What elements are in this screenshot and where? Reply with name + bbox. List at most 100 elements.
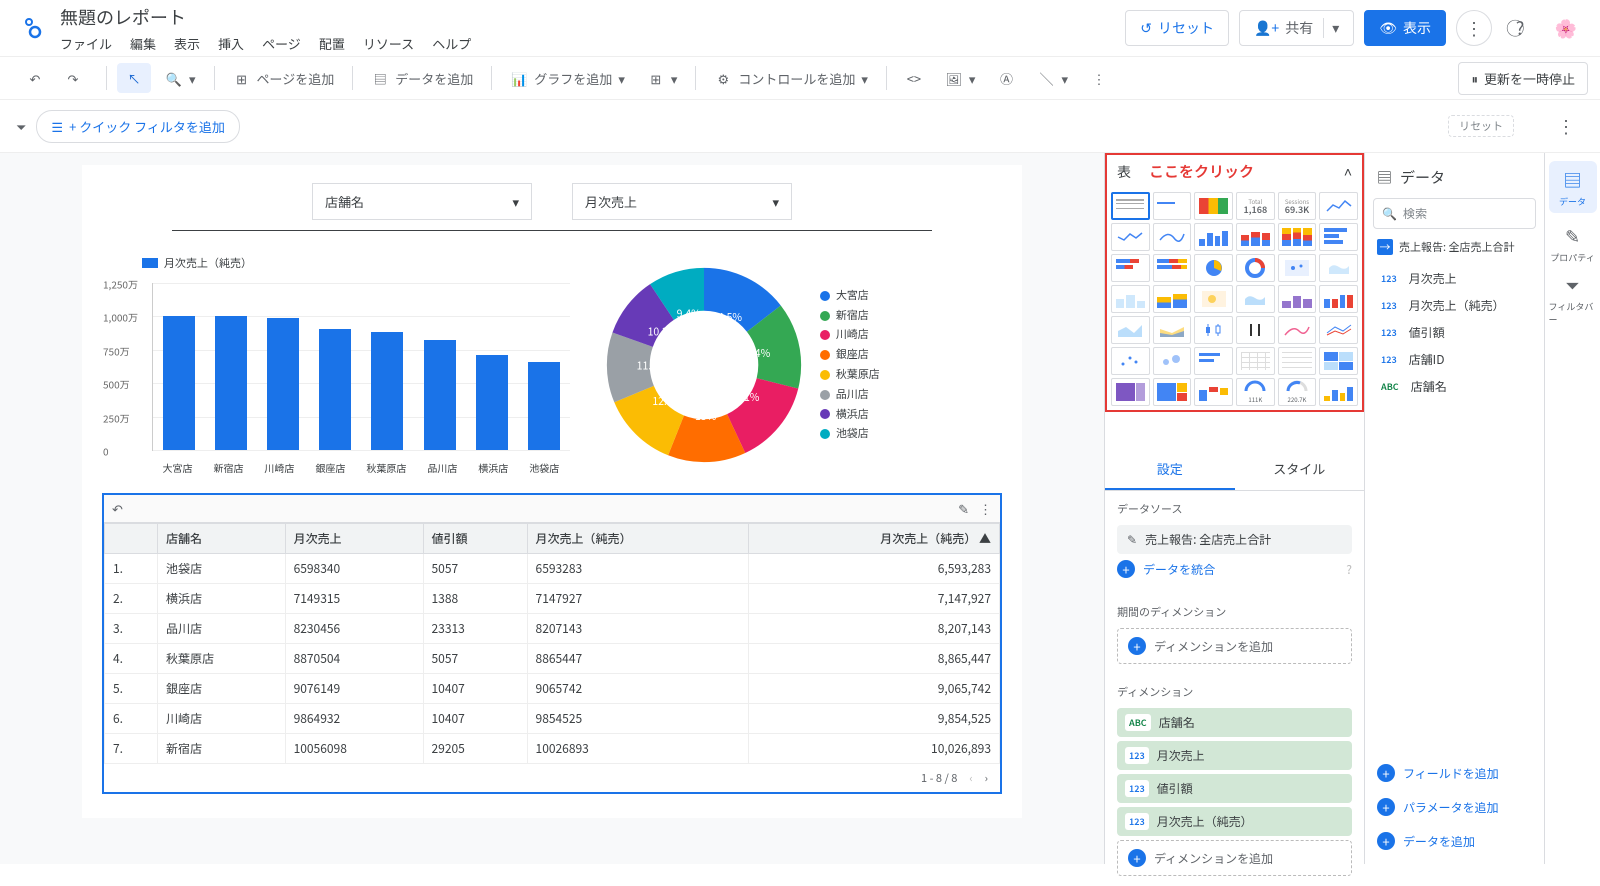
undo-button[interactable]: ↶	[18, 63, 52, 93]
chart-type-gauge[interactable]: 111K	[1236, 378, 1275, 406]
rail-filter-button[interactable]: ⏷フィルタバー	[1549, 273, 1597, 325]
chart-type-bar[interactable]	[1319, 223, 1358, 251]
tab-style[interactable]: スタイル	[1235, 449, 1365, 490]
help-icon[interactable]: ?	[1346, 561, 1352, 578]
table-header-cell[interactable]	[105, 524, 158, 554]
add-page-button[interactable]: ⊞ページを追加	[225, 63, 343, 94]
data-table-selected[interactable]: ↶ ✎⋮ 店舗名月次売上値引額月次売上（純売）月次売上（純売） ▲ 1.池袋店6…	[102, 493, 1002, 794]
field-item[interactable]: 123値引額	[1373, 319, 1536, 346]
dimension-chip[interactable]: 123値引額	[1117, 774, 1352, 803]
chart-type-table-bars[interactable]	[1153, 192, 1192, 220]
chart-type-gauge-2[interactable]: 220.7K	[1278, 378, 1317, 406]
table-header-cell[interactable]: 店舗名	[157, 524, 285, 554]
search-input[interactable]: 🔍検索	[1373, 198, 1536, 229]
add-chart-button[interactable]: 📊グラフを追加▾	[502, 63, 633, 94]
chart-type-smoothline[interactable]	[1153, 223, 1192, 251]
filter-more-button[interactable]: ⋮	[1548, 108, 1584, 144]
dimension-chip[interactable]: 123月次売上	[1117, 741, 1352, 770]
tab-setup[interactable]: 設定	[1105, 449, 1235, 490]
dimension-chip[interactable]: 123月次売上（純売）	[1117, 807, 1352, 836]
field-item[interactable]: 123店舗ID	[1373, 346, 1536, 373]
chart-type-pivot[interactable]	[1236, 347, 1275, 375]
chart-type-treemap[interactable]	[1153, 378, 1192, 406]
chart-type-scorecard-compact[interactable]: Sessions69.3K	[1278, 192, 1317, 220]
add-dimension[interactable]: +ディメンションを追加	[1117, 840, 1352, 876]
table-row[interactable]: 4.秋葉原店8870504505788654478,865,447	[105, 644, 1000, 674]
add-data-link[interactable]: +データを追加	[1373, 826, 1536, 856]
chart-type-table-heatmap[interactable]	[1194, 192, 1233, 220]
text-button[interactable]: Ⓐ	[989, 63, 1023, 93]
chart-type-heat-map[interactable]	[1194, 285, 1233, 313]
chart-type-timeseries[interactable]	[1319, 192, 1358, 220]
document-title[interactable]: 無題のレポート	[60, 4, 1125, 30]
chevron-right-icon[interactable]: ›	[985, 770, 988, 786]
menu-view[interactable]: 表示	[174, 34, 200, 53]
table-row[interactable]: 5.銀座店90761491040790657429,065,742	[105, 674, 1000, 704]
table-row[interactable]: 1.池袋店6598340505765932836,593,283	[105, 554, 1000, 584]
add-param-link[interactable]: +パラメータを追加	[1373, 792, 1536, 822]
chevron-left-icon[interactable]: ‹	[969, 770, 972, 786]
chart-type-line-chart[interactable]	[1278, 285, 1317, 313]
table-header-cell[interactable]: 月次売上	[285, 524, 423, 554]
add-data-button[interactable]: ▤データを追加	[363, 63, 481, 94]
table-header-cell[interactable]: 月次売上（純売） ▲	[749, 524, 1000, 554]
datasource-chip[interactable]: ✎売上報告: 全店売上合計	[1117, 525, 1352, 554]
datasource-row[interactable]: →売上報告: 全店売上合計	[1373, 233, 1536, 261]
more-options-button[interactable]: ⋮	[1456, 10, 1492, 46]
table-header-cell[interactable]: 月次売上（純売）	[527, 524, 749, 554]
chart-type-pie[interactable]	[1194, 254, 1233, 282]
chart-type-bullet[interactable]	[1194, 347, 1233, 375]
pencil-icon[interactable]: ✎	[958, 499, 969, 518]
menu-file[interactable]: ファイル	[60, 34, 112, 53]
chart-type-donut[interactable]	[1236, 254, 1275, 282]
chart-type-column[interactable]	[1194, 223, 1233, 251]
menu-edit[interactable]: 編集	[130, 34, 156, 53]
chart-type-stacked-combo[interactable]	[1153, 285, 1192, 313]
chart-type-geo-map[interactable]	[1278, 254, 1317, 282]
chevron-up-icon[interactable]: ˄	[1344, 162, 1352, 182]
reset-chip[interactable]: リセット	[1448, 115, 1514, 137]
chart-type-scorecard[interactable]: Total1,168	[1236, 192, 1275, 220]
blend-data-link[interactable]: +データを統合?	[1117, 554, 1352, 584]
chart-type-filled-map[interactable]	[1319, 254, 1358, 282]
chart-type-sparkline[interactable]	[1111, 223, 1150, 251]
field-item[interactable]: ABC店舗名	[1373, 373, 1536, 400]
chart-type-grouped-bar[interactable]	[1319, 285, 1358, 313]
donut-chart-wrap[interactable]: 14.5%14.4%14.1%13%12.7%11.7%10.2%9.4% 大宮…	[604, 255, 1002, 475]
reset-button[interactable]: ↺リセット	[1125, 10, 1229, 46]
sales-dropdown[interactable]: 月次売上▾	[572, 183, 792, 220]
chart-type-waterfall[interactable]	[1194, 378, 1233, 406]
chart-type-ohlc[interactable]	[1236, 316, 1275, 344]
menu-resource[interactable]: リソース	[363, 34, 414, 53]
help-button[interactable]: ?⃝	[1502, 10, 1538, 46]
pause-updates-button[interactable]: ⏸更新を一時停止	[1458, 62, 1588, 95]
table-header-cell[interactable]: 値引額	[423, 524, 527, 554]
chart-type-pivot-heat[interactable]	[1319, 347, 1358, 375]
chart-type-bar-100[interactable]	[1153, 254, 1192, 282]
rail-properties-button[interactable]: ✎プロパティ	[1549, 217, 1597, 269]
canvas-viewport[interactable]: 店舗名▾ 月次売上▾ 月次売上（純売） 1,250万 1,000万 750万 5…	[0, 153, 1104, 864]
field-item[interactable]: 123月次売上	[1373, 265, 1536, 292]
chart-type-treemap-purple[interactable]	[1111, 378, 1150, 406]
menu-insert[interactable]: 挿入	[218, 34, 244, 53]
chart-type-candlestick[interactable]	[1194, 316, 1233, 344]
chart-type-table[interactable]	[1111, 192, 1150, 220]
table-row[interactable]: 2.横浜店7149315138871479277,147,927	[105, 584, 1000, 614]
redo-button[interactable]: ↷	[56, 63, 90, 93]
more-tools-button[interactable]: ⋮	[1082, 63, 1116, 93]
rail-data-button[interactable]: ▤データ	[1549, 161, 1597, 213]
table-row[interactable]: 7.新宿店10056098292051002689310,026,893	[105, 734, 1000, 764]
add-quick-filter-button[interactable]: ☰+ クイック フィルタを追加	[36, 110, 239, 143]
bar-chart[interactable]: 月次売上（純売） 1,250万 1,000万 750万 500万 250万 0 …	[102, 255, 580, 475]
chart-type-scatter[interactable]	[1111, 347, 1150, 375]
chart-type-pivot-bars[interactable]	[1278, 347, 1317, 375]
dimension-chip[interactable]: ABC店舗名	[1117, 708, 1352, 737]
chart-type-multi-line[interactable]	[1319, 316, 1358, 344]
chart-type-column-stacked[interactable]	[1236, 223, 1275, 251]
chart-type-smooth-area[interactable]	[1278, 316, 1317, 344]
menu-help[interactable]: ヘルプ	[432, 34, 471, 53]
share-button[interactable]: 👤+共有▾	[1239, 10, 1354, 46]
chart-type-bar-stacked[interactable]	[1111, 254, 1150, 282]
chart-type-column-100[interactable]	[1278, 223, 1317, 251]
menu-page[interactable]: ページ	[262, 34, 301, 53]
